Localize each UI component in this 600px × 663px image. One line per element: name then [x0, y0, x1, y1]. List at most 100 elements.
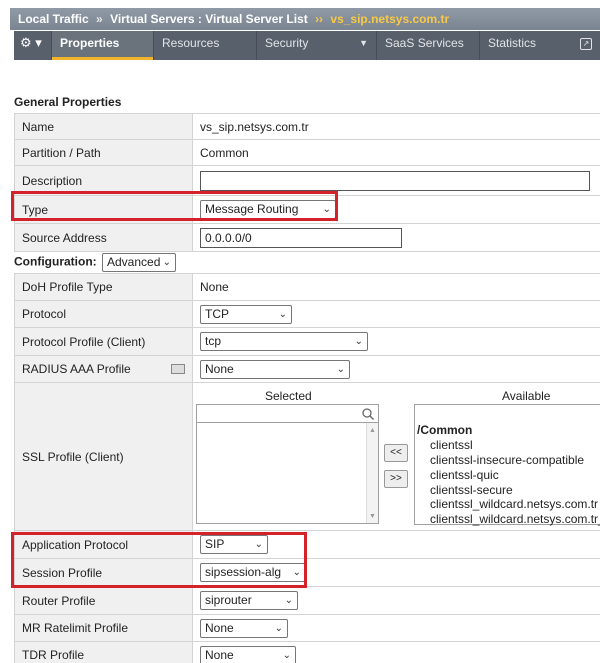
- ssl-selected-list[interactable]: ▲ ▼: [196, 422, 379, 524]
- source-address-cell: 0.0.0.0/0: [192, 223, 600, 252]
- available-item[interactable]: clientssl-insecure-compatible: [430, 453, 584, 467]
- configuration-title: Configuration: Advanced ⌄: [14, 253, 176, 272]
- tab-resources[interactable]: Resources: [154, 31, 257, 60]
- configuration-title-label: Configuration:: [14, 254, 97, 269]
- protocol-select[interactable]: TCP ⌄: [200, 304, 292, 324]
- breadcrumb-current-sep-icon: ››: [315, 12, 324, 26]
- available-item[interactable]: clientssl-secure: [430, 483, 513, 497]
- ssl-available-list[interactable]: /Common clientssl clientssl-insecure-com…: [414, 404, 600, 526]
- tab-properties[interactable]: Properties: [52, 31, 154, 60]
- chevron-down-icon: ⌄: [322, 204, 331, 215]
- tab-properties-label: Properties: [60, 36, 120, 50]
- chevron-down-icon: ⌄: [274, 622, 283, 634]
- radius-select[interactable]: None ⌄: [200, 359, 350, 379]
- breadcrumb-root[interactable]: Local Traffic: [18, 12, 89, 26]
- router-profile-select[interactable]: siprouter ⌄: [200, 591, 298, 610]
- tdr-profile-value: None: [205, 647, 234, 662]
- ratelimit-profile-cell: None ⌄: [192, 614, 600, 642]
- radius-select-value: None: [205, 361, 234, 376]
- source-address-label: Source Address: [14, 223, 193, 252]
- move-right-button[interactable]: >>: [384, 470, 408, 488]
- tdr-profile-cell: None ⌄: [192, 641, 600, 663]
- tab-statistics-label: Statistics: [488, 36, 537, 50]
- router-profile-label: Router Profile: [14, 586, 193, 615]
- configuration-mode-select[interactable]: Advanced ⌄: [102, 253, 176, 272]
- available-item[interactable]: clientssl_wildcard.netsys.com.tr_c: [430, 512, 600, 526]
- scroll-down-icon[interactable]: ▼: [367, 513, 378, 520]
- available-item[interactable]: clientssl: [430, 438, 473, 452]
- chevron-down-icon: ⌄: [254, 539, 263, 550]
- app-protocol-cell: SIP ⌄: [192, 530, 600, 559]
- type-select-value: Message Routing: [205, 202, 299, 216]
- popout-icon[interactable]: ↗: [580, 38, 592, 50]
- protocol-label: Protocol: [14, 300, 193, 328]
- name-value: vs_sip.netsys.com.tr: [192, 113, 600, 140]
- app-protocol-value: SIP: [205, 537, 225, 551]
- session-profile-select[interactable]: sipsession-alg ⌄: [200, 563, 306, 582]
- router-profile-cell: siprouter ⌄: [192, 586, 600, 615]
- tab-statistics[interactable]: Statistics ↗: [480, 31, 600, 60]
- breadcrumb-current: vs_sip.netsys.com.tr: [330, 12, 450, 26]
- protocol-profile-select[interactable]: tcp ⌄: [200, 332, 368, 351]
- breadcrumb-sep-icon: »: [96, 12, 103, 26]
- configuration-mode-value: Advanced: [107, 255, 161, 269]
- chevron-down-icon: ⌄: [278, 308, 287, 320]
- radius-label: RADIUS AAA Profile: [22, 362, 131, 376]
- breadcrumb-level2[interactable]: Virtual Servers : Virtual Server List: [110, 12, 308, 26]
- general-properties-title: General Properties: [14, 95, 122, 109]
- tab-saas-services[interactable]: SaaS Services: [377, 31, 480, 60]
- scrollbar[interactable]: ▲ ▼: [366, 423, 378, 523]
- tab-security-label: Security: [265, 36, 309, 50]
- ssl-profile-label: SSL Profile (Client): [14, 382, 193, 531]
- tdr-profile-select[interactable]: None ⌄: [200, 645, 296, 663]
- protocol-profile-value: tcp: [205, 334, 222, 348]
- session-profile-value: sipsession-alg: [205, 565, 282, 579]
- source-address-input[interactable]: 0.0.0.0/0: [200, 227, 402, 248]
- ratelimit-profile-value: None: [205, 620, 234, 635]
- tab-saas-label: SaaS Services: [385, 36, 464, 50]
- app-protocol-label: Application Protocol: [14, 530, 193, 559]
- app-protocol-select[interactable]: SIP ⌄: [200, 535, 268, 554]
- gear-menu-icon[interactable]: ⚙ ▾: [14, 31, 52, 60]
- protocol-profile-cell: tcp ⌄: [192, 327, 600, 356]
- ssl-available-header: Available: [502, 389, 551, 403]
- search-icon: [362, 408, 374, 420]
- ratelimit-profile-select[interactable]: None ⌄: [200, 618, 288, 638]
- doh-profile-value: None: [192, 273, 600, 301]
- partition-value: Common: [192, 139, 600, 166]
- chevron-down-icon: ⌄: [292, 567, 301, 578]
- name-label: Name: [14, 113, 193, 140]
- router-profile-value: siprouter: [205, 593, 252, 607]
- chevron-down-icon: ⌄: [284, 595, 293, 606]
- chevron-down-icon: ⌄: [354, 336, 363, 347]
- protocol-cell: TCP ⌄: [192, 300, 600, 328]
- chevron-down-icon: ⌄: [282, 649, 291, 661]
- description-cell: [192, 165, 600, 196]
- edit-icon[interactable]: [171, 364, 185, 374]
- available-item[interactable]: clientssl-quic: [430, 468, 499, 482]
- chevron-down-icon: ⌄: [162, 257, 171, 268]
- available-group-common[interactable]: /Common: [417, 423, 472, 437]
- tab-bar: ⚙ ▾ Properties Resources Security ▼ SaaS …: [14, 31, 600, 60]
- type-cell: Message Routing ⌄: [192, 195, 600, 224]
- description-label: Description: [14, 165, 193, 196]
- description-input[interactable]: [200, 170, 590, 191]
- protocol-select-value: TCP: [205, 306, 229, 321]
- move-left-button[interactable]: <<: [384, 444, 408, 462]
- general-properties-table: Name vs_sip.netsys.com.tr Partition / Pa…: [14, 113, 600, 252]
- partition-label: Partition / Path: [14, 139, 193, 166]
- tab-security[interactable]: Security ▼: [257, 31, 377, 60]
- type-select[interactable]: Message Routing ⌄: [200, 200, 336, 219]
- scroll-up-icon[interactable]: ▲: [367, 427, 378, 434]
- breadcrumb: Local Traffic » Virtual Servers : Virtua…: [10, 8, 600, 30]
- tab-resources-label: Resources: [162, 36, 220, 50]
- protocol-profile-label: Protocol Profile (Client): [14, 327, 193, 356]
- session-profile-cell: sipsession-alg ⌄: [192, 558, 600, 587]
- doh-profile-label: DoH Profile Type: [14, 273, 193, 301]
- session-profile-label: Session Profile: [14, 558, 193, 587]
- radius-label-cell: RADIUS AAA Profile: [14, 355, 193, 383]
- type-label: Type: [14, 195, 193, 224]
- ssl-search-input[interactable]: [196, 404, 379, 423]
- chevron-down-icon: ▼: [359, 38, 368, 48]
- available-item[interactable]: clientssl_wildcard.netsys.com.tr: [430, 497, 598, 511]
